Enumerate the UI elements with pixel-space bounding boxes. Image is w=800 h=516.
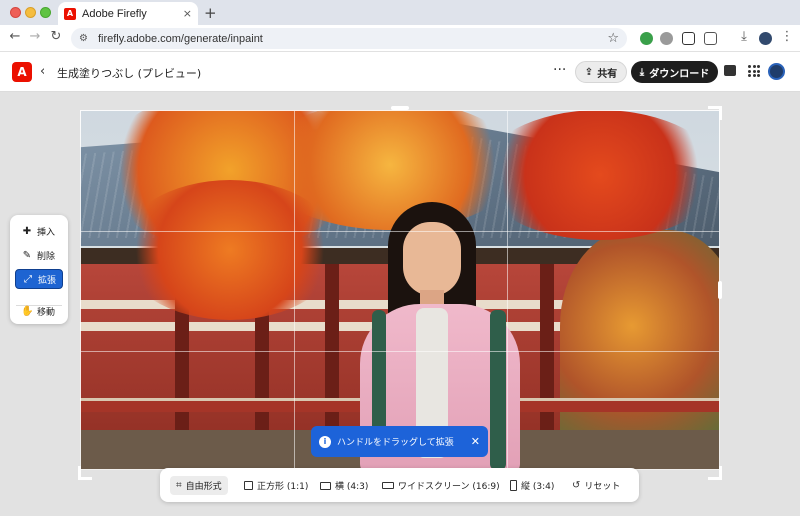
resize-handle-top-right[interactable] bbox=[708, 106, 722, 120]
tool-label: 挿入 bbox=[37, 227, 56, 238]
erase-icon: ✎ bbox=[22, 249, 32, 261]
profile-avatar-icon[interactable] bbox=[759, 32, 772, 45]
aspect-ratio-toolbar: ⌗ 自由形式 正方形 (1:1) 横 (4:3) ワイドスクリーン (16:9)… bbox=[160, 468, 639, 502]
share-icon: ⇪ bbox=[584, 66, 594, 78]
extension-icon[interactable] bbox=[660, 32, 673, 45]
tool-insert[interactable]: ✚ 挿入 bbox=[15, 221, 63, 241]
resize-handle-right[interactable] bbox=[718, 281, 722, 299]
crop-icon: ⌗ bbox=[176, 480, 182, 491]
tool-label: 拡張 bbox=[38, 275, 57, 286]
aspect-label: 自由形式 bbox=[185, 482, 222, 492]
portrait-icon bbox=[510, 480, 517, 491]
grid-line bbox=[81, 351, 719, 352]
bookmark-star-icon[interactable]: ☆ bbox=[607, 31, 619, 46]
puzzle-extensions-icon[interactable] bbox=[704, 32, 717, 45]
adobe-logo-icon[interactable]: A bbox=[12, 62, 32, 82]
grid-line bbox=[294, 111, 295, 469]
back-chevron-icon[interactable]: ‹ bbox=[40, 64, 45, 79]
square-icon bbox=[244, 481, 253, 490]
aspect-reset[interactable]: ↺ リセット bbox=[572, 476, 620, 495]
grid-line bbox=[507, 111, 508, 469]
grid-line bbox=[81, 231, 719, 232]
new-tab-button[interactable]: + bbox=[204, 4, 217, 22]
insert-icon: ✚ bbox=[22, 225, 32, 237]
hint-toast: i ハンドルをドラッグして拡張 ✕ bbox=[311, 426, 488, 457]
tool-label: 削除 bbox=[37, 251, 56, 262]
share-button[interactable]: ⇪ 共有 bbox=[575, 61, 627, 83]
share-label: 共有 bbox=[597, 68, 618, 80]
aspect-free[interactable]: ⌗ 自由形式 bbox=[170, 476, 228, 495]
aspect-portrait[interactable]: 縦 (3:4) bbox=[510, 476, 554, 495]
browser-menu-icon[interactable]: ⋮ bbox=[778, 29, 796, 44]
address-bar[interactable]: ⚙ firefly.adobe.com/generate/inpaint ☆ bbox=[71, 28, 627, 49]
tab-title: Adobe Firefly bbox=[82, 7, 147, 20]
apps-grid-icon[interactable] bbox=[748, 65, 760, 77]
browser-tab-bar: A Adobe Firefly × + bbox=[0, 0, 800, 25]
reload-icon[interactable]: ↻ bbox=[47, 29, 65, 44]
widescreen-icon bbox=[382, 482, 394, 489]
download-button[interactable]: ⤓ ダウンロード bbox=[631, 61, 718, 83]
aspect-label: リセット bbox=[584, 482, 621, 492]
expand-crop-frame[interactable] bbox=[80, 110, 720, 470]
aspect-label: ワイドスクリーン (16:9) bbox=[398, 482, 500, 492]
browser-tab-active[interactable]: A Adobe Firefly × bbox=[58, 2, 198, 25]
tool-expand[interactable]: ⤢ 拡張 bbox=[15, 269, 63, 289]
page-title: 生成塗りつぶし (プレビュー) bbox=[57, 67, 202, 80]
resize-handle-bottom-right[interactable] bbox=[708, 466, 722, 480]
landscape-icon bbox=[320, 481, 331, 490]
adobe-favicon-icon: A bbox=[64, 7, 76, 20]
download-arrow-icon: ⤓ bbox=[639, 66, 645, 78]
app-header: A ‹ 生成塗りつぶし (プレビュー) ··· ⇪ 共有 ⤓ ダウンロード bbox=[0, 53, 800, 92]
window-zoom-button[interactable] bbox=[40, 7, 51, 18]
aspect-landscape[interactable]: 横 (4:3) bbox=[320, 476, 368, 495]
site-settings-icon[interactable]: ⚙ bbox=[79, 33, 88, 44]
aspect-label: 横 (4:3) bbox=[335, 482, 369, 492]
download-label: ダウンロード bbox=[649, 68, 710, 80]
resize-handle-bottom-left[interactable] bbox=[78, 466, 92, 480]
reset-icon: ↺ bbox=[572, 480, 581, 491]
download-icon[interactable]: ⤓ bbox=[735, 29, 753, 44]
resize-handle-top[interactable] bbox=[391, 106, 409, 110]
more-options-icon[interactable]: ··· bbox=[553, 62, 566, 78]
forward-arrow-icon[interactable]: → bbox=[26, 29, 44, 44]
tool-move[interactable]: ✋ 移動 bbox=[15, 301, 63, 321]
toast-close-icon[interactable]: ✕ bbox=[471, 435, 480, 448]
aspect-label: 縦 (3:4) bbox=[521, 482, 555, 492]
evernote-extension-icon[interactable] bbox=[640, 32, 653, 45]
tool-erase[interactable]: ✎ 削除 bbox=[15, 245, 63, 265]
user-avatar[interactable] bbox=[768, 63, 785, 80]
aspect-widescreen[interactable]: ワイドスクリーン (16:9) bbox=[382, 476, 500, 495]
comment-icon[interactable] bbox=[724, 65, 736, 76]
terminal-extension-icon[interactable] bbox=[682, 32, 695, 45]
url-text: firefly.adobe.com/generate/inpaint bbox=[97, 32, 263, 45]
toast-message: ハンドルをドラッグして拡張 bbox=[337, 438, 454, 448]
aspect-label: 正方形 (1:1) bbox=[257, 482, 309, 492]
browser-toolbar: ← → ↻ ⚙ firefly.adobe.com/generate/inpai… bbox=[0, 25, 800, 52]
expand-icon: ⤢ bbox=[24, 273, 32, 285]
window-close-button[interactable] bbox=[10, 7, 21, 18]
aspect-square[interactable]: 正方形 (1:1) bbox=[244, 476, 308, 495]
back-arrow-icon[interactable]: ← bbox=[6, 29, 24, 44]
tool-panel: ✚ 挿入 ✎ 削除 ⤢ 拡張 ✋ 移動 bbox=[10, 215, 68, 324]
move-icon: ✋ bbox=[21, 305, 34, 317]
tool-label: 移動 bbox=[37, 307, 56, 318]
window-minimize-button[interactable] bbox=[25, 7, 36, 18]
info-icon: i bbox=[319, 435, 331, 448]
tab-close-icon[interactable]: × bbox=[183, 7, 192, 20]
